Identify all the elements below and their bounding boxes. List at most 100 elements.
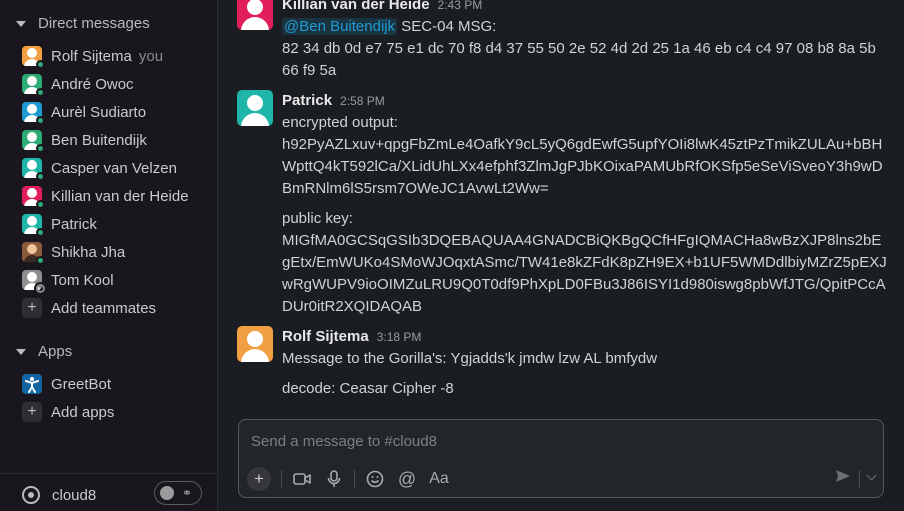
apps-section-header[interactable]: Apps [16, 343, 72, 360]
formatting-button[interactable]: Aa [425, 466, 453, 492]
avatar[interactable] [237, 0, 273, 30]
video-camera-icon [293, 473, 311, 485]
workspace-switcher[interactable]: cloud8 [22, 486, 96, 504]
send-button[interactable] [835, 468, 851, 489]
sidebar-footer: cloud8 ⚭ [0, 473, 218, 511]
dm-name: Killian van der Heide [51, 187, 189, 205]
avatar [22, 242, 45, 265]
dm-section-title: Direct messages [38, 15, 150, 32]
user-mention[interactable]: @Ben Buitendijk [282, 18, 398, 35]
plus-icon: + [22, 298, 42, 318]
presence-dot [36, 228, 45, 237]
message-text: encrypted output: [282, 114, 398, 131]
timestamp[interactable]: 2:58 PM [340, 90, 385, 112]
dm-item-tom-kool[interactable]: Tom Kool [22, 268, 114, 293]
add-teammates-label: Add teammates [51, 299, 157, 317]
avatar [22, 270, 45, 293]
presence-dot [36, 200, 45, 209]
dm-name: Casper van Velzen [51, 159, 177, 177]
dm-item-shikha-jha[interactable]: Shikha Jha [22, 240, 126, 265]
avatar [22, 74, 45, 97]
presence-dot [36, 256, 45, 265]
composer-toolbar: + @ Aa [247, 466, 457, 492]
audio-clip-button[interactable] [320, 466, 348, 492]
message-pane: Killian van der Heide 2:43 PM @Ben Buite… [219, 0, 904, 511]
dm-item-killian-van-der-heide[interactable]: Killian van der Heide [22, 184, 189, 209]
message-text: h92PyAZLxuv+qpgFbZmLe4OafkY9cL5yQ6gdEwfG… [282, 136, 883, 197]
headphones-icon: ⚭ [182, 486, 193, 500]
apps-section-title: Apps [38, 343, 73, 360]
dm-name: Rolf Sijtema [51, 47, 132, 65]
add-teammates-button[interactable]: + Add teammates [22, 296, 156, 320]
sidebar: Direct messages Rolf Sijtema you André O… [0, 0, 218, 511]
emoji-button[interactable] [361, 466, 389, 492]
app-name: GreetBot [51, 375, 112, 393]
message-text: public key: [282, 210, 353, 227]
dm-section-header[interactable]: Direct messages [16, 15, 150, 32]
avatar[interactable] [237, 326, 273, 362]
app-item-greetbot[interactable]: GreetBot [22, 372, 111, 396]
message-text: MIGfMA0GCSqGSIb3DQEBAQUAA4GNADCBiQKBgQCf… [282, 232, 887, 315]
message-composer: + @ Aa [238, 419, 884, 498]
presence-away-icon [36, 284, 45, 293]
huddle-toggle[interactable]: ⚭ [154, 481, 202, 505]
divider [281, 470, 282, 488]
avatar [22, 46, 45, 69]
avatar [22, 186, 45, 209]
greetbot-icon [22, 374, 42, 394]
dm-item-patrick[interactable]: Patrick [22, 212, 97, 237]
author-name[interactable]: Rolf Sijtema [282, 326, 369, 348]
presence-dot [36, 144, 45, 153]
divider [354, 470, 355, 488]
microphone-icon [327, 470, 341, 487]
avatar [22, 130, 45, 153]
plus-icon: + [22, 402, 42, 422]
you-tag: you [138, 47, 164, 65]
message: Patrick 2:58 PM encrypted output: h92PyA… [237, 90, 888, 318]
message-text: 82 34 db 0d e7 75 e1 dc 70 f8 d4 37 55 5… [282, 40, 876, 79]
avatar[interactable] [237, 90, 273, 126]
send-controls [835, 468, 877, 489]
dm-name: André Owoc [51, 75, 134, 93]
divider [859, 469, 860, 488]
author-name[interactable]: Patrick [282, 90, 332, 112]
avatar [22, 102, 45, 125]
workspace-name: cloud8 [52, 486, 97, 504]
avatar [22, 214, 45, 237]
paper-plane-icon [836, 470, 850, 482]
emoji-smile-icon [366, 470, 384, 488]
add-apps-button[interactable]: + Add apps [22, 400, 114, 424]
caret-down-icon [16, 348, 26, 355]
caret-down-icon [16, 20, 26, 27]
dm-item-aurel-sudiarto[interactable]: Aurèl Sudiarto [22, 100, 147, 125]
message: Killian van der Heide 2:43 PM @Ben Buite… [237, 0, 888, 82]
presence-dot [36, 60, 45, 69]
timestamp[interactable]: 2:43 PM [438, 0, 483, 16]
formatting-label: Aa [429, 470, 449, 487]
attach-plus-button[interactable]: + [247, 467, 271, 491]
dm-item-ben-buitendijk[interactable]: Ben Buitendijk [22, 128, 147, 153]
chevron-down-icon [866, 470, 877, 480]
author-name[interactable]: Killian van der Heide [282, 0, 430, 16]
presence-dot [36, 88, 45, 97]
dm-name: Tom Kool [51, 271, 114, 289]
timestamp[interactable]: 3:18 PM [377, 326, 422, 348]
dm-name: Shikha Jha [51, 243, 126, 261]
add-apps-label: Add apps [51, 403, 115, 421]
message-input[interactable] [251, 430, 851, 452]
dm-name: Aurèl Sudiarto [51, 103, 147, 121]
message: Rolf Sijtema 3:18 PM Message to the Gori… [237, 326, 888, 400]
dm-item-rolf-sijtema[interactable]: Rolf Sijtema you [22, 44, 164, 69]
toggle-knob [160, 486, 174, 500]
at-sign-icon: @ [397, 468, 417, 489]
avatar [22, 158, 45, 181]
message-text: decode: Ceasar Cipher -8 [282, 380, 454, 397]
video-clip-button[interactable] [288, 466, 316, 492]
dm-item-casper-van-velzen[interactable]: Casper van Velzen [22, 156, 177, 181]
mention-button[interactable]: @ [393, 466, 421, 492]
schedule-send-button[interactable] [866, 470, 877, 488]
presence-dot [36, 172, 45, 181]
message-text: Message to the Gorilla's: Ygjadds'k jmdw… [282, 350, 658, 367]
message-text: SEC-04 MSG: [401, 18, 497, 35]
dm-item-andre-owoc[interactable]: André Owoc [22, 72, 134, 97]
